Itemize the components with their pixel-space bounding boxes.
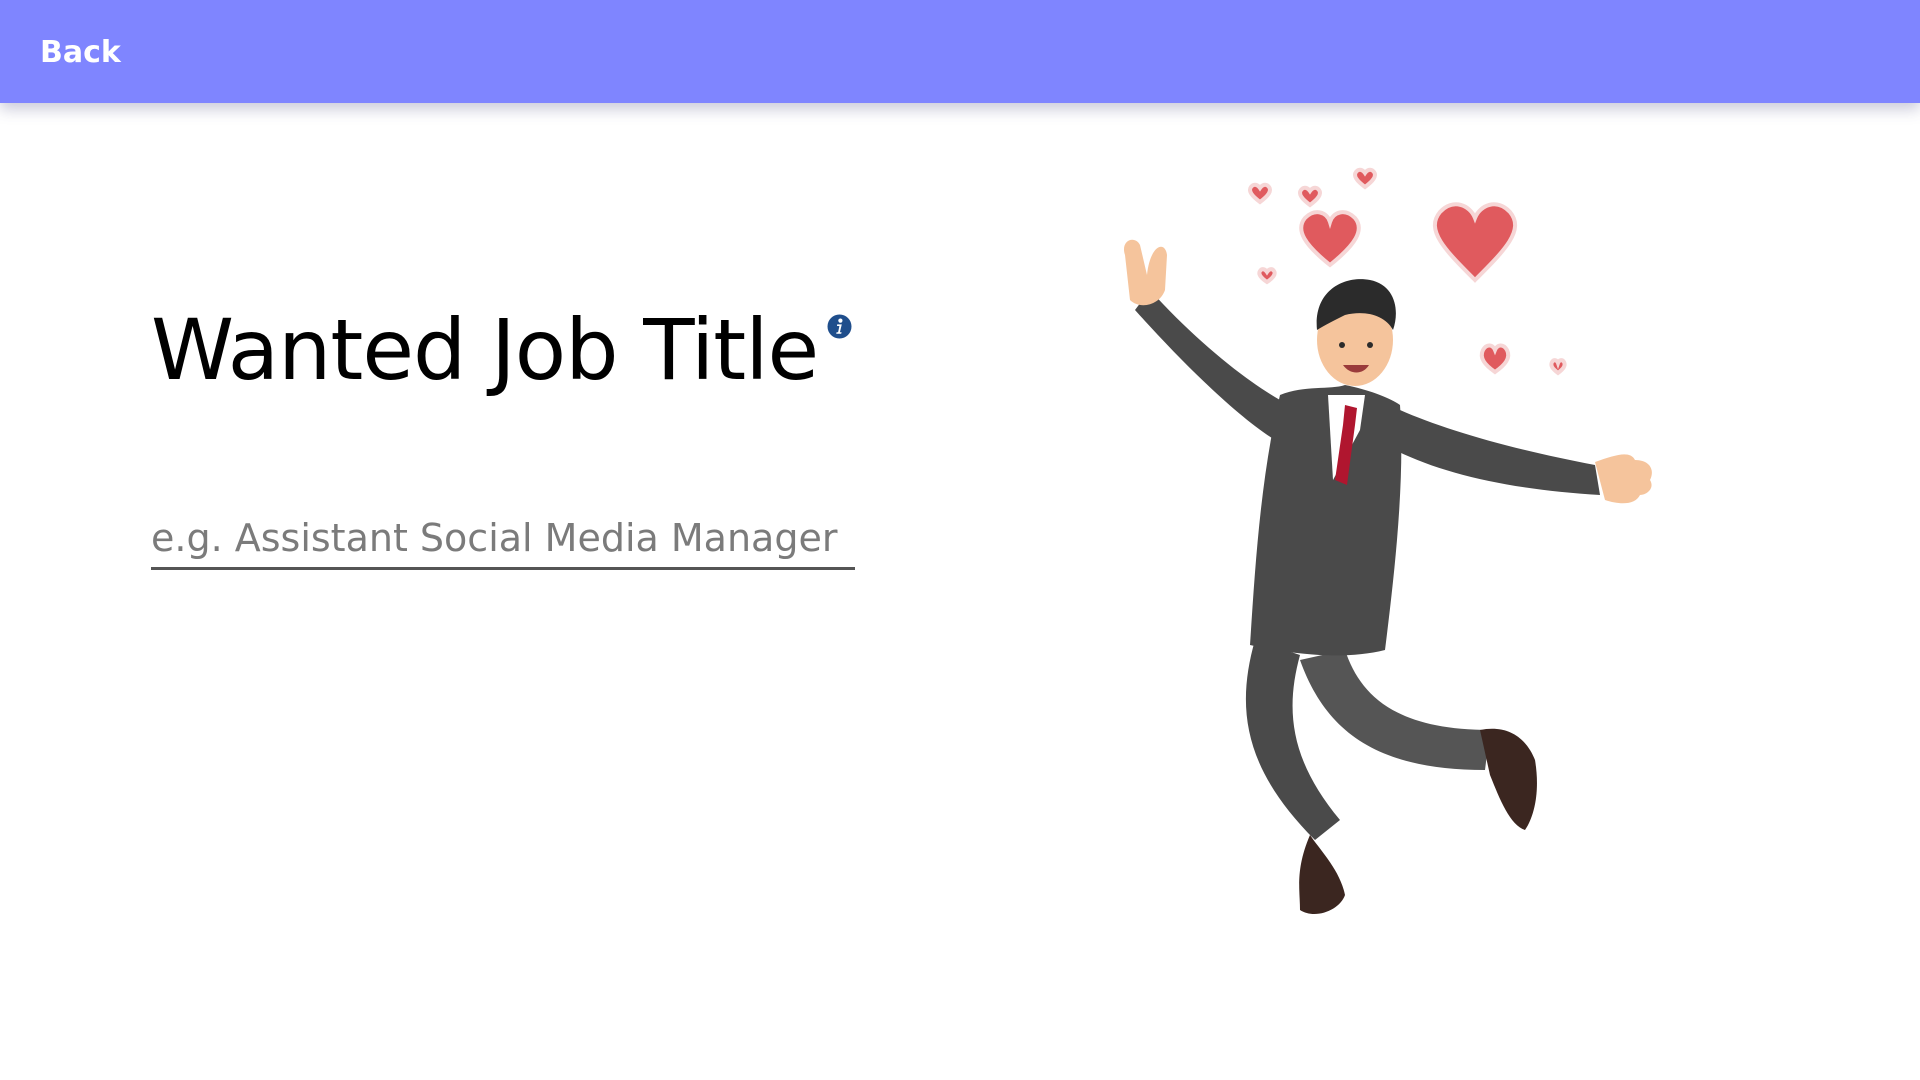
- title-row: Wanted Job Title: [151, 295, 855, 405]
- back-button[interactable]: Back: [40, 33, 121, 73]
- heart-icon: [1353, 167, 1377, 190]
- info-icon[interactable]: [827, 314, 852, 339]
- head: [1316, 279, 1396, 386]
- jumping-businessman-illustration: [1123, 167, 1652, 915]
- heart-icon: [1248, 182, 1272, 205]
- legs: [1245, 640, 1537, 915]
- heart-icon: [1549, 358, 1567, 376]
- heart-icon: [1433, 202, 1517, 283]
- heart-icon: [1479, 343, 1511, 375]
- job-title-form: Wanted Job Title: [151, 295, 855, 570]
- heart-icon: [1257, 267, 1277, 285]
- heart-icon: [1299, 210, 1361, 268]
- job-title-field: [151, 510, 855, 570]
- right-arm: [1395, 410, 1652, 504]
- left-arm: [1123, 239, 1280, 440]
- heart-icon: [1298, 185, 1322, 208]
- top-bar: Back: [0, 0, 1920, 103]
- job-title-input[interactable]: [151, 510, 855, 566]
- page-title: Wanted Job Title: [151, 301, 819, 399]
- hearts-group: [1248, 167, 1567, 376]
